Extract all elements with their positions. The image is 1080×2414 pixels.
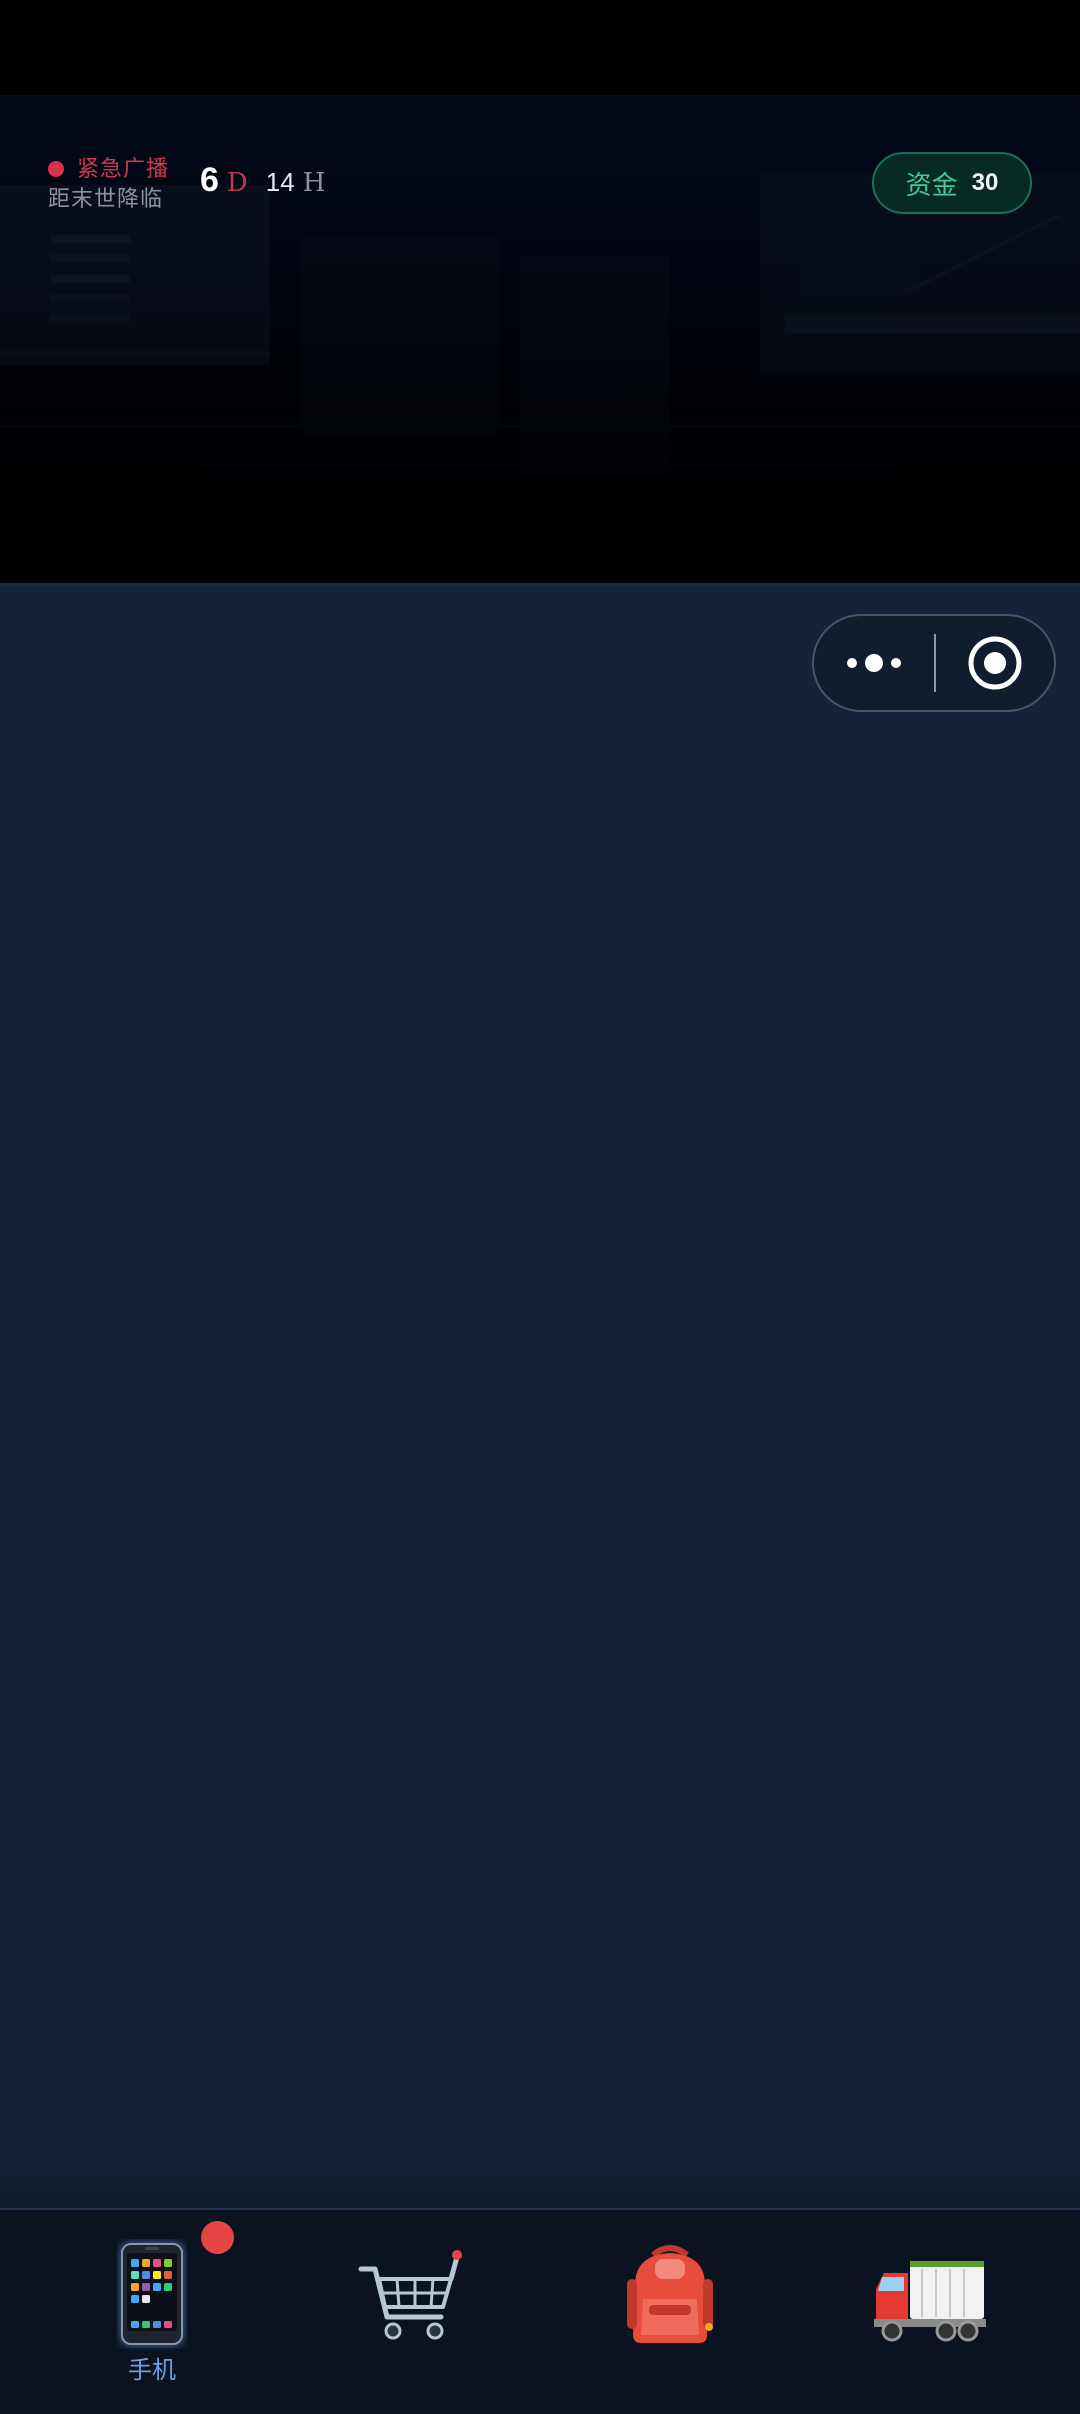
funds-value: 30 <box>971 169 999 196</box>
more-dots-icon <box>847 654 901 672</box>
backpack-icon <box>627 2245 713 2343</box>
bottom-navigation: 手机 <box>0 2208 1080 2414</box>
notification-dot <box>201 2221 234 2254</box>
nav-item-truck[interactable] <box>830 2210 1030 2414</box>
bottom-fade <box>0 2140 1080 2208</box>
target-close-icon <box>968 636 1022 690</box>
funds-badge[interactable]: 资金 30 <box>872 152 1032 214</box>
header-panel: 紧急广播 距末世降临 6 D 14 H 资金 30 <box>0 95 1080 585</box>
countdown-days-unit: D <box>226 168 248 198</box>
mini-program-capsule <box>812 614 1056 712</box>
nav-label-phone: 手机 <box>128 2357 176 2384</box>
alert-subtitle: 距末世降临 <box>48 186 164 211</box>
delivery-truck-icon <box>874 2261 986 2342</box>
nav-item-backpack[interactable] <box>570 2210 770 2414</box>
app-root: 紧急广播 距末世降临 6 D 14 H 资金 30 手机 <box>0 0 1080 2414</box>
more-menu-button[interactable] <box>814 616 934 710</box>
countdown-hours: 14 <box>265 167 295 197</box>
funds-label: 资金 <box>905 169 958 200</box>
nav-item-shop[interactable] <box>308 2210 508 2414</box>
status-bar <box>0 0 1080 95</box>
shopping-cart-icon <box>358 2250 462 2340</box>
alert-title: 紧急广播 <box>77 156 170 181</box>
alert-indicator-dot <box>48 161 64 177</box>
mobile-phone-icon <box>120 2242 184 2346</box>
countdown-days: 6 <box>200 161 219 199</box>
doomsday-countdown: 6 D 14 H <box>200 161 325 205</box>
close-mini-program-button[interactable] <box>936 616 1054 710</box>
countdown-hours-unit: H <box>302 168 326 198</box>
